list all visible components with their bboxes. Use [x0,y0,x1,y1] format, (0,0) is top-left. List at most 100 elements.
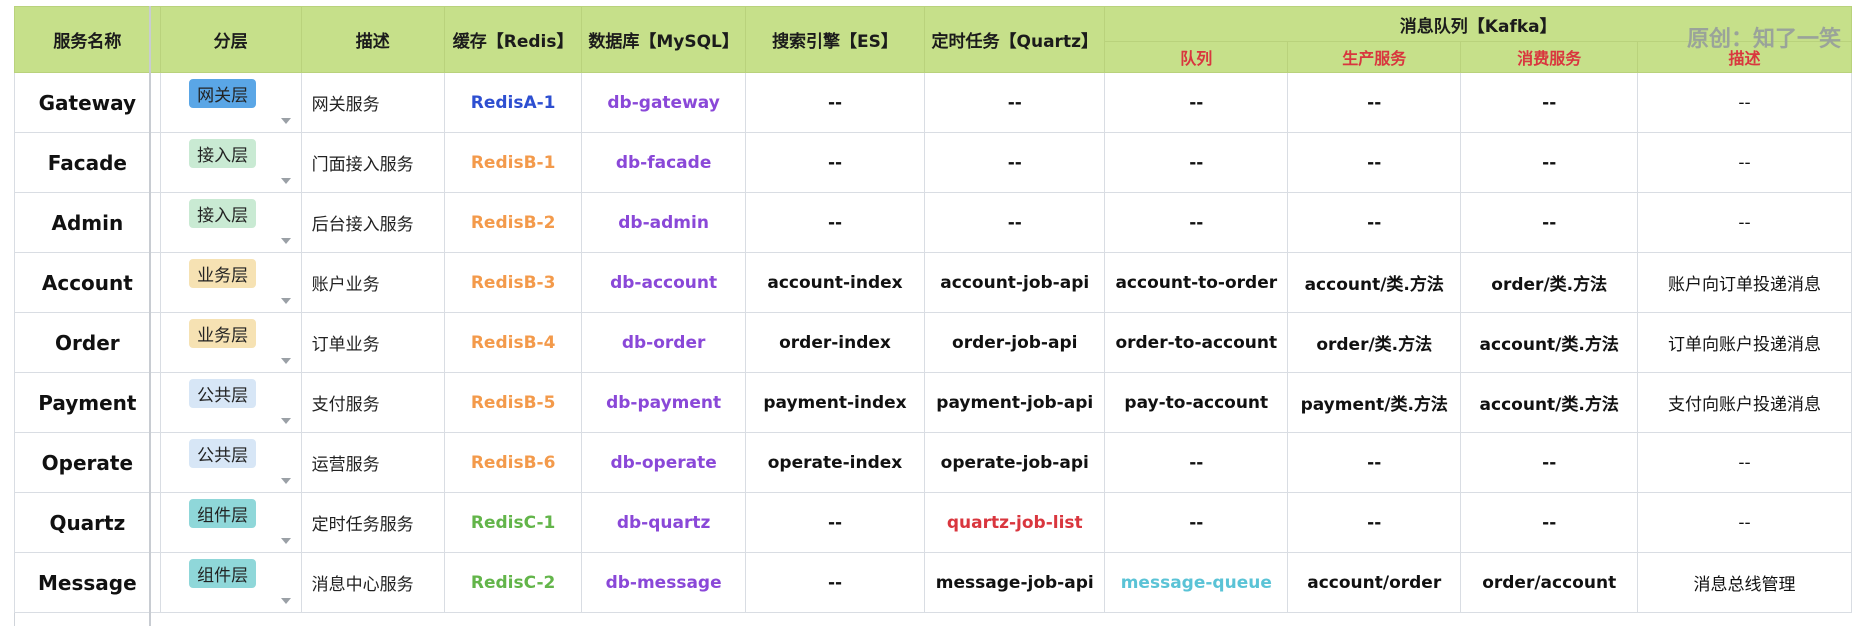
cell-description[interactable]: 后台接入服务 [300,192,445,253]
cell-search-index[interactable]: -- [744,552,926,613]
cell-quartz-job[interactable]: -- [924,192,1106,253]
header-service-name[interactable]: 服务名称 [14,6,161,73]
cell-kafka-consumer[interactable]: order/account [1460,552,1639,613]
cell-kafka-producer[interactable]: -- [1287,192,1462,253]
cell-layer[interactable]: 业务层 [159,252,302,313]
cell-layer[interactable]: 公共层 [159,372,302,433]
cell-quartz-job[interactable]: message-job-api [924,552,1106,613]
dropdown-caret-icon[interactable] [280,538,291,544]
cell-description[interactable]: 订单业务 [300,312,445,373]
cell-kafka-producer[interactable]: order/类.方法 [1287,312,1462,373]
cell-database[interactable]: db-payment [581,372,746,433]
cell-redis[interactable]: RedisB-6 [443,432,583,493]
cell-description[interactable]: 消息中心服务 [300,552,445,613]
cell-layer[interactable]: 接入层 [159,192,302,253]
cell-kafka-desc[interactable]: -- [1637,72,1852,133]
cell-search-index[interactable]: order-index [744,312,926,373]
cell-database[interactable]: db-facade [581,132,746,193]
cell-service-name[interactable]: Order [14,312,161,373]
cell-redis[interactable]: RedisB-4 [443,312,583,373]
header-kafka-queue[interactable]: 队列 [1104,41,1289,73]
cell-database[interactable]: db-order [581,312,746,373]
cell-service-name[interactable]: Quartz [14,492,161,553]
cell-kafka-consumer[interactable]: account/类.方法 [1460,372,1639,433]
cell-kafka-queue[interactable]: pay-to-account [1104,372,1289,433]
header-description[interactable]: 描述 [300,6,445,73]
cell-kafka-desc[interactable]: -- [1637,192,1852,253]
cell-kafka-queue[interactable]: -- [1104,432,1289,493]
cell-description[interactable]: 网关服务 [300,72,445,133]
cell-description[interactable]: 支付服务 [300,372,445,433]
cell-kafka-producer[interactable]: -- [1287,132,1462,193]
cell-kafka-desc[interactable]: 消息总线管理 [1637,552,1852,613]
cell-quartz-job[interactable]: payment-job-api [924,372,1106,433]
cell-service-name[interactable]: Message [14,552,161,613]
cell-service-name[interactable]: Admin [14,192,161,253]
cell-kafka-desc[interactable]: 账户向订单投递消息 [1637,252,1852,313]
cell-description[interactable]: 门面接入服务 [300,132,445,193]
cell-redis[interactable]: RedisA-1 [443,72,583,133]
cell-search-index[interactable]: account-index [744,252,926,313]
cell-kafka-queue[interactable]: -- [1104,72,1289,133]
cell-kafka-consumer[interactable]: -- [1460,72,1639,133]
dropdown-caret-icon[interactable] [280,298,291,304]
cell-layer[interactable]: 网关层 [159,72,302,133]
cell-service-name[interactable]: Operate [14,432,161,493]
cell-kafka-producer[interactable]: -- [1287,492,1462,553]
cell-quartz-job[interactable]: quartz-job-list [924,492,1106,553]
cell-database[interactable]: db-message [581,552,746,613]
cell-quartz-job[interactable]: operate-job-api [924,432,1106,493]
cell-service-name[interactable]: Payment [14,372,161,433]
cell-search-index[interactable]: -- [744,192,926,253]
cell-layer[interactable]: 组件层 [159,552,302,613]
header-kafka-consumer[interactable]: 消费服务 [1460,41,1639,73]
dropdown-caret-icon[interactable] [280,178,291,184]
dropdown-caret-icon[interactable] [280,598,291,604]
cell-kafka-desc[interactable]: 订单向账户投递消息 [1637,312,1852,373]
cell-layer[interactable]: 业务层 [159,312,302,373]
cell-kafka-desc[interactable]: 支付向账户投递消息 [1637,372,1852,433]
cell-description[interactable]: 账户业务 [300,252,445,313]
cell-database[interactable]: db-gateway [581,72,746,133]
header-scheduler[interactable]: 定时任务【Quartz】 [924,6,1106,73]
dropdown-caret-icon[interactable] [280,478,291,484]
cell-redis[interactable]: RedisC-1 [443,492,583,553]
cell-layer[interactable]: 公共层 [159,432,302,493]
cell-kafka-queue[interactable]: message-queue [1104,552,1289,613]
header-layer[interactable]: 分层 [159,6,302,73]
cell-kafka-consumer[interactable]: order/类.方法 [1460,252,1639,313]
cell-kafka-consumer[interactable]: -- [1460,432,1639,493]
cell-service-name[interactable]: Gateway [14,72,161,133]
cell-kafka-queue[interactable]: order-to-account [1104,312,1289,373]
header-kafka-group[interactable]: 消息队列【Kafka】 原创：知了一笑 [1104,6,1852,52]
cell-layer[interactable]: 组件层 [159,492,302,553]
cell-search-index[interactable]: payment-index [744,372,926,433]
cell-kafka-consumer[interactable]: -- [1460,132,1639,193]
cell-kafka-producer[interactable]: payment/类.方法 [1287,372,1462,433]
dropdown-caret-icon[interactable] [280,418,291,424]
header-kafka-producer[interactable]: 生产服务 [1287,41,1462,73]
cell-redis[interactable]: RedisC-2 [443,552,583,613]
cell-search-index[interactable]: -- [744,492,926,553]
dropdown-caret-icon[interactable] [280,358,291,364]
cell-database[interactable]: db-quartz [581,492,746,553]
header-database[interactable]: 数据库【MySQL】 [581,6,746,73]
cell-database[interactable]: db-admin [581,192,746,253]
cell-kafka-consumer[interactable]: -- [1460,492,1639,553]
cell-quartz-job[interactable]: account-job-api [924,252,1106,313]
cell-kafka-producer[interactable]: account/类.方法 [1287,252,1462,313]
cell-search-index[interactable]: -- [744,132,926,193]
cell-kafka-producer[interactable]: -- [1287,72,1462,133]
cell-search-index[interactable]: operate-index [744,432,926,493]
cell-kafka-consumer[interactable]: -- [1460,192,1639,253]
cell-search-index[interactable]: -- [744,72,926,133]
dropdown-caret-icon[interactable] [280,238,291,244]
cell-kafka-producer[interactable]: -- [1287,432,1462,493]
cell-kafka-desc[interactable]: -- [1637,132,1852,193]
cell-database[interactable]: db-account [581,252,746,313]
cell-service-name[interactable]: Account [14,252,161,313]
cell-kafka-queue[interactable]: -- [1104,192,1289,253]
cell-kafka-desc[interactable]: -- [1637,492,1852,553]
cell-kafka-consumer[interactable]: account/类.方法 [1460,312,1639,373]
cell-layer[interactable]: 接入层 [159,132,302,193]
